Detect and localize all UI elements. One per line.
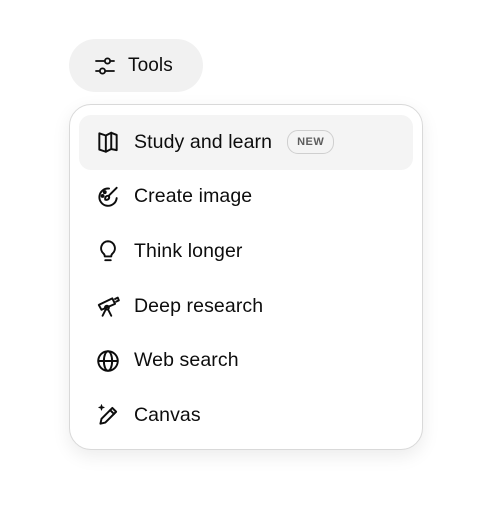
palette-brush-icon <box>95 184 121 210</box>
tools-menu: Study and learn NEW Create image Think l… <box>69 104 423 450</box>
open-book-icon <box>95 129 121 155</box>
sliders-icon <box>93 54 117 78</box>
lightbulb-icon <box>95 238 121 264</box>
menu-item-label: Deep research <box>134 294 264 317</box>
telescope-icon <box>95 293 121 319</box>
tools-label: Tools <box>128 54 173 76</box>
tools-button[interactable]: Tools <box>69 39 203 92</box>
globe-icon <box>95 348 121 374</box>
menu-item-canvas[interactable]: Canvas <box>79 388 413 443</box>
menu-item-label: Canvas <box>134 403 201 426</box>
menu-item-study-and-learn[interactable]: Study and learn NEW <box>79 115 413 170</box>
menu-item-think-longer[interactable]: Think longer <box>79 224 413 279</box>
menu-item-label: Study and learn <box>134 130 273 153</box>
menu-item-deep-research[interactable]: Deep research <box>79 279 413 334</box>
new-badge: NEW <box>287 130 335 155</box>
menu-item-label: Web search <box>134 349 239 372</box>
pencil-sparkle-icon <box>95 402 121 428</box>
menu-item-web-search[interactable]: Web search <box>79 333 413 388</box>
menu-item-label: Create image <box>134 185 253 208</box>
menu-item-create-image[interactable]: Create image <box>79 170 413 225</box>
menu-item-label: Think longer <box>134 239 243 262</box>
